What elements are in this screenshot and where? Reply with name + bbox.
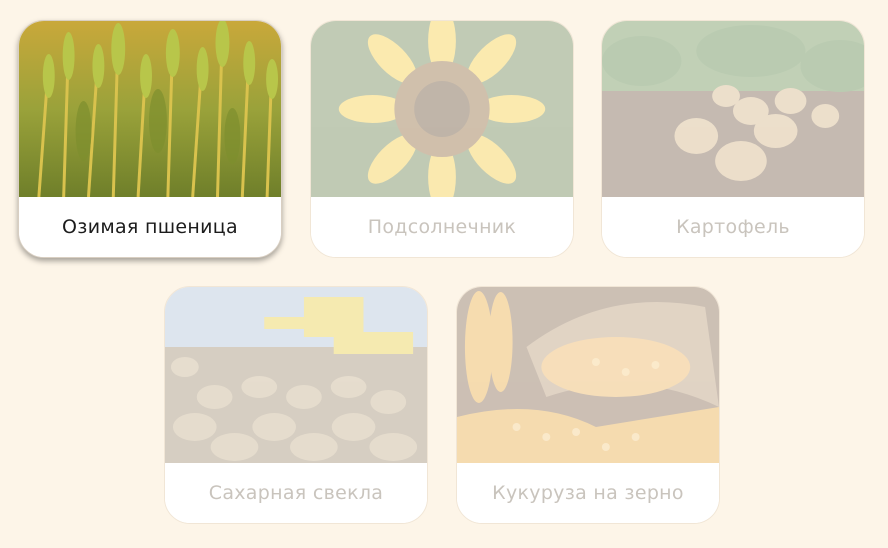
crop-label: Озимая пшеница	[19, 197, 281, 257]
sugar-beet-harvest-photo	[165, 287, 427, 463]
crop-card-corn-grain[interactable]: Кукуруза на зерно	[456, 286, 720, 524]
crop-card-winter-wheat[interactable]: Озимая пшеница	[18, 20, 282, 258]
crop-card-sugar-beet[interactable]: Сахарная свекла	[164, 286, 428, 524]
crop-label: Подсолнечник	[311, 197, 573, 257]
crop-label: Сахарная свекла	[165, 463, 427, 523]
corn-grain-sack-photo	[457, 287, 719, 463]
crop-card-potato[interactable]: Картофель	[601, 20, 865, 258]
crop-label: Картофель	[602, 197, 864, 257]
wheat-field-photo	[19, 21, 281, 197]
potato-photo	[602, 21, 864, 197]
crop-card-sunflower[interactable]: Подсолнечник	[310, 20, 574, 258]
sunflower-photo	[311, 21, 573, 197]
crop-label: Кукуруза на зерно	[457, 463, 719, 523]
crop-selector-grid: Озимая пшеница Подсолнечник Картофель Са…	[0, 0, 888, 548]
